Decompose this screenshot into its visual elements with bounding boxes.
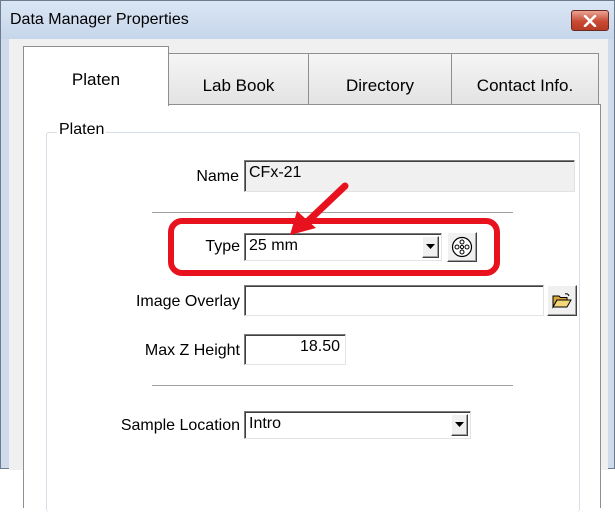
title-bar[interactable]: Data Manager Properties xyxy=(1,1,614,39)
tab-lab-book[interactable]: Lab Book xyxy=(168,53,309,104)
type-highlight-box xyxy=(168,218,500,276)
close-icon xyxy=(583,14,597,27)
window-title: Data Manager Properties xyxy=(10,11,189,28)
sample-location-label: Sample Location xyxy=(120,417,240,434)
max-z-height-value: 18.50 xyxy=(299,338,340,355)
browse-image-button[interactable] xyxy=(547,285,577,316)
tab-platen[interactable]: Platen xyxy=(23,46,169,106)
name-field[interactable]: CFx-21 xyxy=(244,160,575,192)
sample-location-dropdown[interactable]: Intro xyxy=(244,411,471,439)
platen-group-label: Platen xyxy=(57,121,107,139)
chevron-down-icon xyxy=(455,422,464,427)
tab-contact-info[interactable]: Contact Info. xyxy=(451,53,599,104)
tab-contact-info-label: Contact Info. xyxy=(476,76,574,95)
name-label: Name xyxy=(196,168,239,185)
max-z-height-label: Max Z Height xyxy=(144,342,240,359)
image-overlay-label: Image Overlay xyxy=(135,293,240,310)
image-overlay-field[interactable] xyxy=(244,285,544,316)
separator-bottom xyxy=(152,385,513,387)
tab-directory-label: Directory xyxy=(345,76,414,95)
sample-location-value: Intro xyxy=(249,415,282,432)
tab-lab-book-label: Lab Book xyxy=(202,76,275,95)
name-value: CFx-21 xyxy=(249,164,302,181)
open-folder-icon xyxy=(552,292,572,309)
tab-directory[interactable]: Directory xyxy=(308,53,452,104)
separator-top xyxy=(152,212,513,214)
sample-location-dropdown-button[interactable] xyxy=(451,414,468,436)
close-button[interactable] xyxy=(571,10,609,31)
platen-tab-panel: Platen Name CFx-21 Type 25 mm Image Over… xyxy=(23,104,601,512)
tab-platen-label: Platen xyxy=(71,70,121,89)
max-z-height-field[interactable]: 18.50 xyxy=(244,334,346,365)
